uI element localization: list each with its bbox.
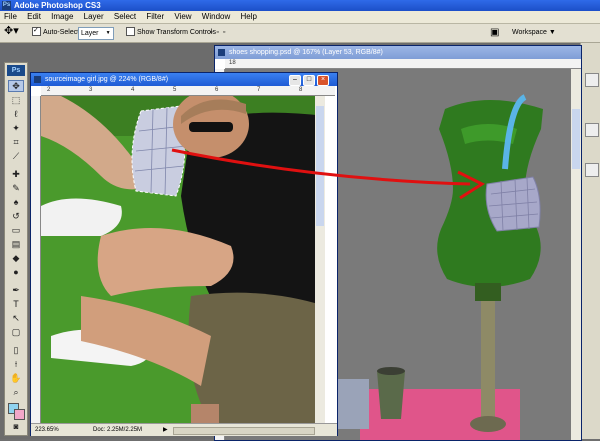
- healing-brush-icon[interactable]: ✚: [8, 168, 24, 180]
- magic-wand-icon[interactable]: ✦: [8, 122, 24, 134]
- photoshop-logo: Ps: [7, 65, 25, 76]
- move-tool-icon[interactable]: ✥: [8, 80, 24, 92]
- shape-icon[interactable]: ▢: [8, 326, 24, 338]
- brush-icon[interactable]: ✎: [8, 182, 24, 194]
- history-brush-icon[interactable]: ↺: [8, 210, 24, 222]
- red-arrow-annotation: [171, 148, 486, 200]
- hand-icon[interactable]: ✋: [8, 372, 24, 384]
- notes-icon[interactable]: ▯: [8, 344, 24, 356]
- background-color-swatch[interactable]: [14, 409, 25, 420]
- type-icon[interactable]: T: [8, 298, 24, 310]
- quick-mask-icon[interactable]: ◙: [8, 421, 24, 433]
- slice-icon[interactable]: ⟋: [8, 150, 24, 162]
- path-selection-icon[interactable]: ↖: [8, 312, 24, 324]
- pen-icon[interactable]: ✒: [8, 284, 24, 296]
- zoom-icon[interactable]: ⌕: [8, 386, 24, 398]
- eraser-icon[interactable]: ▭: [8, 224, 24, 236]
- gradient-icon[interactable]: ▤: [8, 238, 24, 250]
- eyedropper-icon[interactable]: ⟊: [8, 358, 24, 370]
- dodge-icon[interactable]: ●: [8, 266, 24, 278]
- crop-icon[interactable]: ⌗: [8, 136, 24, 148]
- marquee-icon[interactable]: ⬚: [8, 94, 24, 106]
- toolbox: Ps ✥ ⬚ ℓ ✦ ⌗ ⟋ ✚ ✎ ♠ ↺ ▭ ▤ ◆ ● ✒ T ↖ ▢ ▯…: [4, 62, 28, 436]
- clone-stamp-icon[interactable]: ♠: [8, 196, 24, 208]
- lasso-icon[interactable]: ℓ: [8, 108, 24, 120]
- blur-icon[interactable]: ◆: [8, 252, 24, 264]
